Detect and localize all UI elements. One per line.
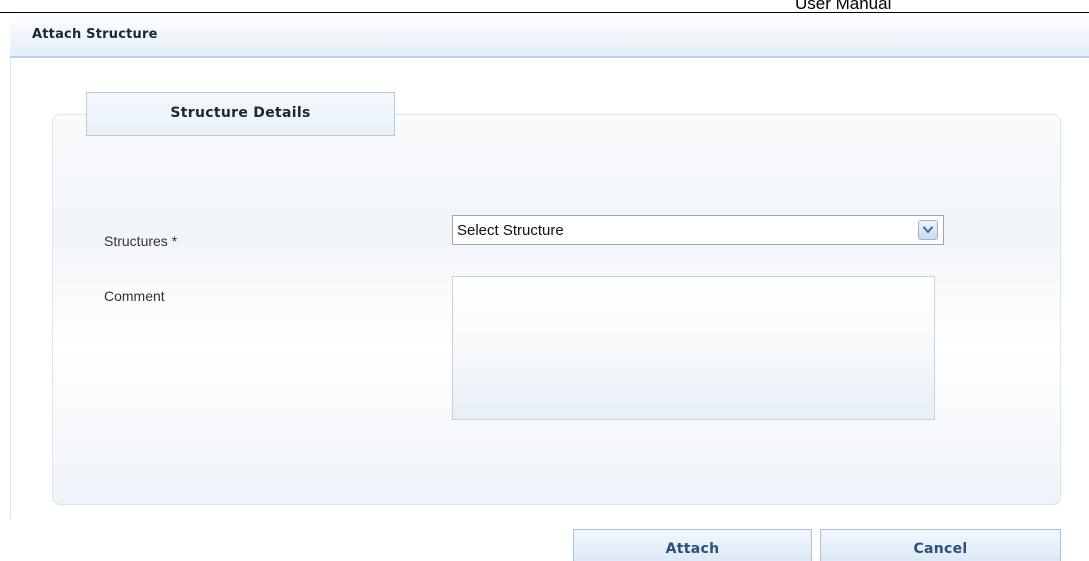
dialog-left-border: [10, 58, 11, 518]
tab-structure-details[interactable]: Structure Details: [86, 92, 395, 136]
dialog-title-bar: Attach Structure: [10, 14, 1089, 58]
structures-select[interactable]: Select Structure: [452, 215, 944, 245]
attach-button[interactable]: Attach: [573, 529, 812, 561]
chevron-down-icon[interactable]: [918, 220, 938, 240]
tab-structure-details-label: Structure Details: [170, 105, 311, 121]
document-header-rule: [0, 12, 1089, 13]
cancel-button-label: Cancel: [913, 541, 968, 557]
attach-button-label: Attach: [665, 541, 720, 557]
comment-label: Comment: [104, 288, 165, 304]
structures-select-value: Select Structure: [457, 222, 564, 239]
cancel-button[interactable]: Cancel: [820, 529, 1061, 561]
page: User Manual Attach Structure Structure D…: [0, 0, 1089, 561]
chevron-down-glyph: [923, 226, 933, 233]
dialog-title: Attach Structure: [32, 27, 158, 42]
comment-textarea[interactable]: [452, 276, 935, 420]
structures-label: Structures *: [104, 233, 178, 249]
